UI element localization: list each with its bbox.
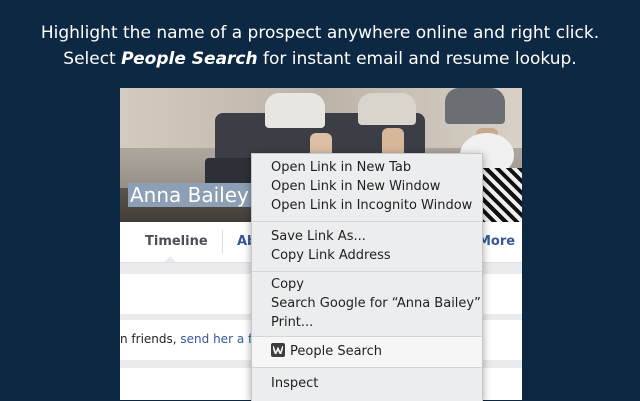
menu-open-new-window[interactable]: Open Link in New Window (252, 177, 482, 196)
menu-separator (252, 271, 482, 272)
tab-timeline[interactable]: Timeline (145, 222, 208, 262)
tab-more[interactable]: More ▾ (478, 222, 522, 289)
menu-search-google[interactable]: Search Google for “Anna Bailey” (252, 294, 482, 313)
headline-line-2-prefix: Select (63, 49, 122, 69)
menu-print[interactable]: Print... (252, 313, 482, 332)
menu-copy-link-address[interactable]: Copy Link Address (252, 246, 482, 265)
send-friend-request-link[interactable]: send her a f (180, 332, 252, 346)
headline-people-search: People Search (121, 49, 258, 69)
context-menu: Open Link in New Tab Open Link in New Wi… (251, 153, 483, 401)
headline-line-2: Select People Search for instant email a… (0, 46, 640, 72)
tab-divider (222, 230, 223, 254)
menu-save-link-as[interactable]: Save Link As... (252, 227, 482, 246)
menu-separator (252, 221, 482, 222)
menu-copy[interactable]: Copy (252, 275, 482, 294)
headline: Highlight the name of a prospect anywher… (0, 20, 640, 72)
menu-people-search[interactable]: People Search (252, 337, 482, 367)
menu-open-new-tab[interactable]: Open Link in New Tab (252, 158, 482, 177)
menu-separator (252, 367, 482, 368)
active-tab-caret (164, 256, 176, 262)
headline-line-1: Highlight the name of a prospect anywher… (40, 23, 600, 43)
headline-line-2-suffix: for instant email and resume lookup. (257, 49, 577, 69)
menu-inspect[interactable]: Inspect (252, 374, 482, 393)
people-search-icon (271, 343, 285, 357)
people-search-label: People Search (290, 344, 382, 359)
friends-text: n friends, send her a f (120, 332, 252, 346)
menu-open-incognito[interactable]: Open Link in Incognito Window (252, 196, 482, 215)
profile-name-selected[interactable]: Anna Bailey (128, 183, 251, 207)
friends-prefix: n friends, (120, 332, 181, 346)
